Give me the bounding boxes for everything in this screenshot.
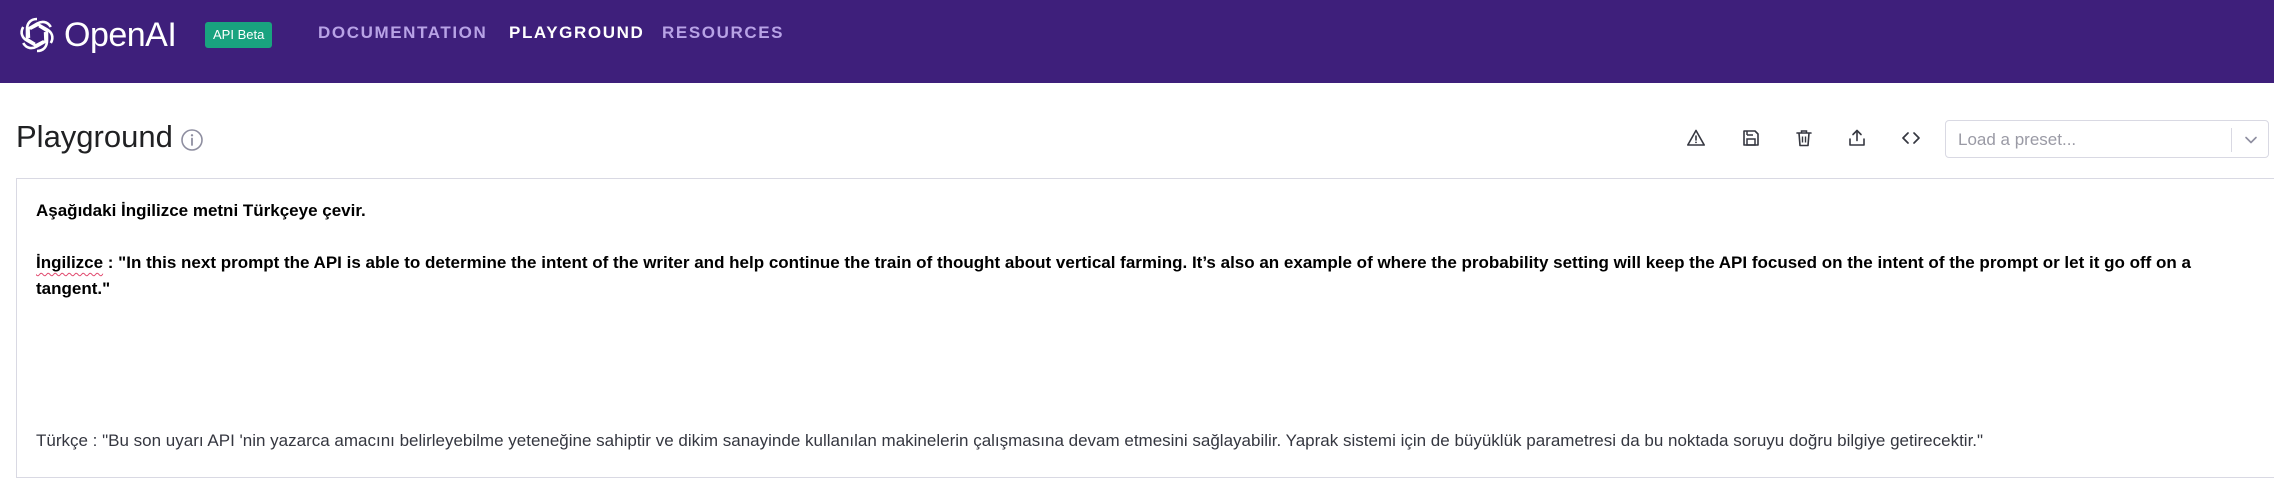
trash-icon <box>1794 128 1814 153</box>
save-button[interactable] <box>1737 126 1765 154</box>
chevron-down-icon[interactable] <box>2242 131 2260 154</box>
preset-select[interactable]: Load a preset... <box>1945 120 2269 158</box>
warning-button[interactable] <box>1682 126 1710 154</box>
api-beta-badge: API Beta <box>205 22 273 48</box>
delete-button[interactable] <box>1790 126 1818 154</box>
preset-divider <box>2231 128 2232 152</box>
share-icon <box>1847 128 1867 153</box>
prompt-instruction: Aşağıdaki İngilizce metni Türkçeye çevir… <box>36 201 366 220</box>
nav-resources[interactable]: RESOURCES <box>662 23 784 43</box>
nav-playground[interactable]: PLAYGROUND <box>509 23 644 43</box>
prompt-english-line: İngilizce : "In this next prompt the API… <box>36 250 2256 302</box>
code-icon <box>1901 128 1921 153</box>
brand-name: OpenAI <box>64 15 177 54</box>
nav-documentation[interactable]: DOCUMENTATION <box>318 23 487 43</box>
info-circle-icon[interactable] <box>180 128 204 157</box>
openai-logo[interactable]: OpenAI <box>16 14 177 56</box>
prompt-editor[interactable]: Aşağıdaki İngilizce metni Türkçeye çevir… <box>16 178 2274 478</box>
completion-turkish-line: Türkçe : "Bu son uyarı API 'nin yazarca … <box>36 431 1984 450</box>
english-label: İngilizce <box>36 253 104 272</box>
page-title: Playground <box>16 119 173 154</box>
openai-knot-icon <box>16 14 58 56</box>
save-icon <box>1741 128 1761 153</box>
english-text: : "In this next prompt the API is able t… <box>36 253 2196 298</box>
share-button[interactable] <box>1843 126 1871 154</box>
warning-icon <box>1686 128 1706 153</box>
top-navigation-bar: OpenAI API Beta DOCUMENTATION PLAYGROUND… <box>0 0 2274 83</box>
view-code-button[interactable] <box>1897 126 1925 154</box>
preset-placeholder: Load a preset... <box>1958 130 2077 149</box>
